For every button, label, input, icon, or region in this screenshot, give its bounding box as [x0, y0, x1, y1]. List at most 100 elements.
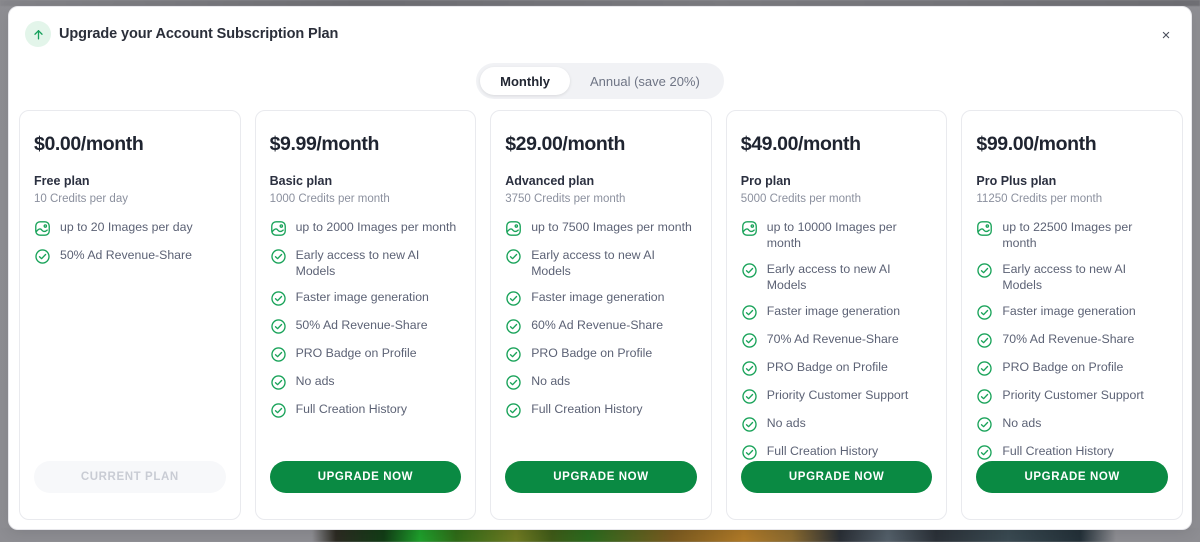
plan-feature-label: Faster image generation	[531, 290, 665, 304]
upgrade-now-button[interactable]: UPGRADE NOW	[976, 461, 1168, 493]
image-icon	[270, 220, 287, 237]
plan-feature: up to 10000 Images per month	[741, 219, 933, 251]
check-circle-icon	[976, 360, 993, 377]
plan-credits: 1000 Credits per month	[269, 193, 390, 205]
subscription-modal: Upgrade your Account Subscription Plan ×…	[8, 6, 1192, 530]
plan-feature: Faster image generation	[976, 303, 1168, 321]
check-circle-icon	[34, 248, 51, 265]
plan-feature-label: 60% Ad Revenue-Share	[531, 318, 664, 332]
check-circle-icon	[270, 346, 287, 363]
plan-card: $0.00/month Free plan 10 Credits per day up…	[19, 110, 241, 520]
plan-feature: up to 7500 Images per month	[505, 219, 697, 237]
plan-feature: PRO Badge on Profile	[270, 345, 462, 363]
plan-feature-label: 50% Ad Revenue-Share	[60, 248, 192, 262]
plan-price: $49.00/month	[740, 133, 861, 155]
plan-feature: Early access to new AI Models	[270, 247, 462, 279]
plan-feature-label: up to 20 Images per day	[60, 220, 193, 234]
plan-feature: Full Creation History	[741, 443, 933, 461]
plan-feature-label: Early access to new AI Models	[766, 262, 891, 292]
billing-toggle-monthly[interactable]: Monthly	[480, 67, 570, 95]
plan-feature: Priority Customer Support	[976, 387, 1168, 405]
plan-name: Advanced plan	[505, 174, 595, 188]
plan-feature: 50% Ad Revenue-Share	[34, 247, 226, 265]
plan-feature-label: No ads	[531, 374, 571, 388]
check-circle-icon	[270, 318, 287, 335]
plan-feature: 60% Ad Revenue-Share	[505, 317, 697, 335]
page-title: Upgrade your Account Subscription Plan	[59, 26, 339, 42]
plan-feature: Faster image generation	[270, 289, 462, 307]
plan-credits: 11250 Credits per month	[976, 193, 1103, 205]
plan-price: $0.00/month	[34, 133, 144, 155]
plan-price: $99.00/month	[976, 133, 1097, 155]
background-content-strip	[0, 528, 1200, 542]
check-circle-icon	[270, 402, 287, 419]
plan-feature: Faster image generation	[741, 303, 933, 321]
check-circle-icon	[505, 248, 522, 265]
plan-feature: Full Creation History	[505, 401, 697, 419]
plan-name: Basic plan	[269, 174, 333, 188]
plan-name: Pro Plus plan	[976, 174, 1057, 188]
plan-feature: No ads	[505, 373, 697, 391]
plan-feature-label: up to 22500 Images per month	[1002, 220, 1133, 250]
check-circle-icon	[270, 290, 287, 307]
check-circle-icon	[741, 360, 758, 377]
plan-feature-label: 70% Ad Revenue-Share	[766, 332, 899, 346]
billing-toggle: Monthly Annual (save 20%)	[9, 63, 1191, 99]
plan-card: $29.00/month Advanced plan 3750 Credits pe…	[490, 110, 712, 520]
plan-feature-label: Full Creation History	[295, 402, 407, 416]
plan-feature-label: up to 2000 Images per month	[295, 220, 457, 234]
plan-feature-label: Faster image generation	[1002, 304, 1136, 318]
plan-feature-label: No ads	[1002, 416, 1042, 430]
check-circle-icon	[505, 290, 522, 307]
plan-feature-label: Early access to new AI Models	[1002, 262, 1127, 292]
check-circle-icon	[976, 388, 993, 405]
plan-feature-label: up to 10000 Images per month	[766, 220, 897, 250]
plan-feature-list: up to 7500 Images per month Early access …	[505, 219, 697, 419]
close-icon[interactable]: ×	[1155, 24, 1177, 46]
check-circle-icon	[505, 402, 522, 419]
image-icon	[505, 220, 522, 237]
upgrade-now-button[interactable]: UPGRADE NOW	[269, 461, 462, 493]
plan-feature: Early access to new AI Models	[505, 247, 697, 279]
upgrade-now-button[interactable]: UPGRADE NOW	[740, 461, 933, 493]
billing-toggle-track: Monthly Annual (save 20%)	[476, 63, 724, 99]
plan-feature: Faster image generation	[505, 289, 697, 307]
plan-feature: No ads	[270, 373, 462, 391]
check-circle-icon	[976, 416, 993, 433]
upgrade-now-button[interactable]: UPGRADE NOW	[505, 461, 697, 493]
check-circle-icon	[270, 374, 287, 391]
plan-feature: Full Creation History	[976, 443, 1168, 461]
image-icon	[976, 220, 993, 237]
plan-name: Free plan	[34, 174, 90, 188]
arrow-up-icon	[25, 21, 51, 47]
plan-feature-label: Priority Customer Support	[766, 388, 909, 402]
plan-feature-label: Full Creation History	[1002, 444, 1114, 458]
page-background: Upgrade your Account Subscription Plan ×…	[0, 0, 1200, 542]
billing-toggle-annual[interactable]: Annual (save 20%)	[570, 67, 720, 95]
plan-feature-label: 50% Ad Revenue-Share	[295, 318, 428, 332]
modal-header: Upgrade your Account Subscription Plan	[9, 7, 1191, 61]
plan-feature: up to 20 Images per day	[34, 219, 226, 237]
plan-feature: No ads	[741, 415, 933, 433]
check-circle-icon	[976, 262, 993, 279]
plan-feature-label: PRO Badge on Profile	[766, 360, 888, 374]
plan-feature-list: up to 22500 Images per month Early access…	[976, 219, 1168, 461]
plan-feature-list: up to 20 Images per day 50% Ad Revenue-Sh…	[34, 219, 226, 265]
image-icon	[34, 220, 51, 237]
plan-feature-label: Faster image generation	[295, 290, 429, 304]
check-circle-icon	[976, 304, 993, 321]
plan-name: Pro plan	[740, 174, 791, 188]
plan-feature-label: Full Creation History	[766, 444, 879, 458]
plan-feature-label: up to 7500 Images per month	[531, 220, 692, 234]
plan-feature: PRO Badge on Profile	[741, 359, 933, 377]
plan-feature: PRO Badge on Profile	[976, 359, 1168, 377]
plan-feature-list: up to 10000 Images per month Early access…	[741, 219, 933, 461]
plan-feature-label: Full Creation History	[531, 402, 643, 416]
plan-feature: Priority Customer Support	[741, 387, 933, 405]
plan-feature-label: No ads	[295, 374, 335, 388]
plan-feature: 50% Ad Revenue-Share	[270, 317, 462, 335]
plan-feature-list: up to 2000 Images per month Early access …	[270, 219, 462, 419]
plan-price: $29.00/month	[505, 133, 626, 155]
plan-price: $9.99/month	[269, 133, 380, 155]
plan-feature: 70% Ad Revenue-Share	[741, 331, 933, 349]
